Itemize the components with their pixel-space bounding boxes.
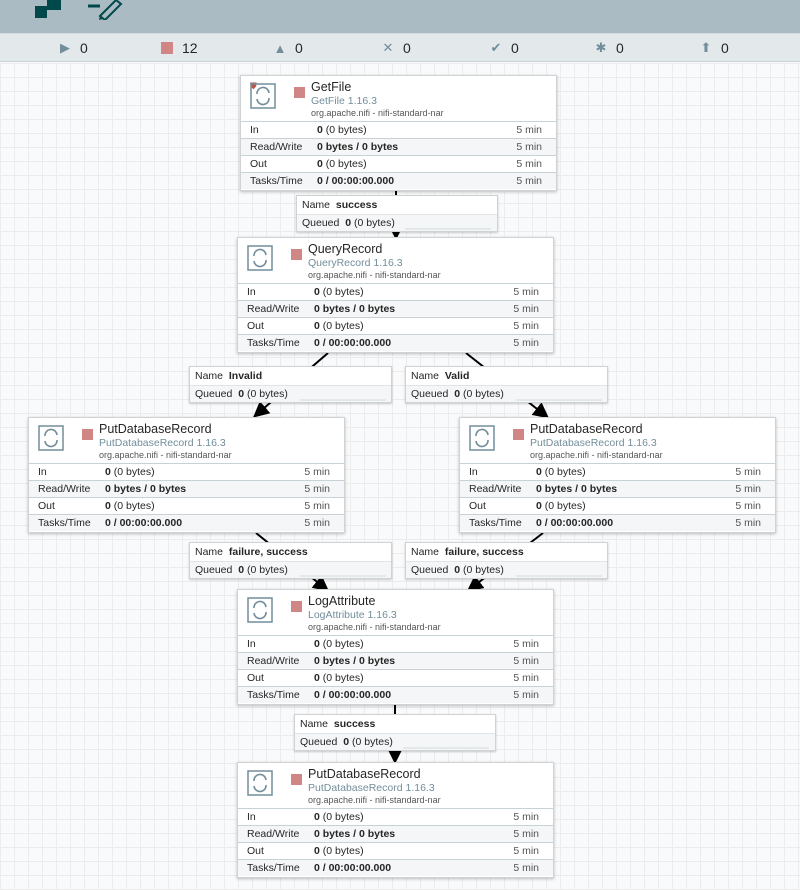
disabled-icon: ✕: [382, 40, 394, 55]
stopped-status-icon: [291, 774, 302, 785]
stopped-status-icon: [513, 429, 524, 440]
processor-type: PutDatabaseRecord 1.16.3: [99, 437, 226, 449]
processor-name: PutDatabaseRecord: [308, 767, 421, 781]
processor-bundle: org.apache.nifi - nifi-standard-nar: [99, 450, 232, 460]
processor-queryrecord[interactable]: QueryRecord QueryRecord 1.16.3 org.apach…: [237, 237, 554, 353]
asterisk-icon: ✱: [595, 40, 607, 55]
process-group-icon[interactable]: [33, 0, 63, 25]
processor-stats: In 0 (0 bytes) 5 min Read/Write 0 bytes / 0…: [238, 808, 553, 876]
stopped-count: 12: [158, 40, 198, 56]
disabled-count: ✕ 0: [379, 40, 411, 56]
processor-icon: [247, 770, 273, 796]
template-icon[interactable]: [86, 0, 126, 25]
processor-putdatabaserecord-bottom[interactable]: PutDatabaseRecord PutDatabaseRecord 1.16…: [237, 762, 554, 878]
processor-name: PutDatabaseRecord: [99, 422, 212, 436]
processor-name: PutDatabaseRecord: [530, 422, 643, 436]
up-to-date-count: ✔ 0: [487, 40, 519, 56]
connection-label[interactable]: Name success Queued 0 (0 bytes): [294, 714, 496, 751]
processor-stats: In 0 (0 bytes) 5 min Read/Write 0 bytes / 0…: [241, 121, 556, 189]
check-icon: ✔: [490, 40, 502, 55]
up-arrow-circle-icon: ⬆: [700, 40, 712, 55]
processor-logattribute[interactable]: LogAttribute LogAttribute 1.16.3 org.apa…: [237, 589, 554, 705]
processor-type: LogAttribute 1.16.3: [308, 609, 397, 621]
processor-bundle: org.apache.nifi - nifi-standard-nar: [530, 450, 663, 460]
invalid-count: ▲ 0: [271, 40, 303, 56]
processor-name: QueryRecord: [308, 242, 383, 256]
processor-stats: In 0 (0 bytes) 5 min Read/Write 0 bytes / 0…: [238, 283, 553, 351]
stale-count: ⬆ 0: [697, 40, 729, 56]
queue-progress: [403, 747, 489, 749]
connection-label[interactable]: Name failure, success Queued 0 (0 bytes): [189, 542, 392, 579]
locally-modified-count: ✱ 0: [592, 40, 624, 56]
stopped-status-icon: [291, 601, 302, 612]
processor-getfile[interactable]: ⛊ GetFile GetFile 1.16.3 org.apache.nifi…: [240, 75, 557, 191]
running-count: ▶ 0: [56, 40, 88, 56]
processor-stats: In 0 (0 bytes) 5 min Read/Write 0 bytes / 0…: [238, 635, 553, 703]
flow-canvas[interactable]: Name success Queued 0 (0 bytes) Name Inv…: [0, 63, 800, 890]
processor-name: GetFile: [311, 80, 352, 94]
queue-progress: [516, 399, 602, 401]
processor-icon: [250, 83, 276, 109]
processor-putdatabaserecord-right[interactable]: PutDatabaseRecord PutDatabaseRecord 1.16…: [459, 417, 776, 533]
processor-stats: In 0 (0 bytes) 5 min Read/Write 0 bytes / 0…: [460, 463, 775, 531]
stop-icon: [158, 42, 176, 54]
processor-icon: [469, 425, 495, 451]
processor-type: GetFile 1.16.3: [311, 95, 377, 107]
processor-bundle: org.apache.nifi - nifi-standard-nar: [308, 270, 441, 280]
stopped-status-icon: [82, 429, 93, 440]
processor-bundle: org.apache.nifi - nifi-standard-nar: [311, 108, 444, 118]
processor-stats: In 0 (0 bytes) 5 min Read/Write 0 bytes / 0…: [29, 463, 344, 531]
processor-icon: [38, 425, 64, 451]
connection-label[interactable]: Name Invalid Queued 0 (0 bytes): [189, 366, 392, 403]
stopped-status-icon: [291, 249, 302, 260]
processor-bundle: org.apache.nifi - nifi-standard-nar: [308, 795, 441, 805]
stopped-status-icon: [294, 87, 305, 98]
queue-progress: [300, 575, 386, 577]
connection-label[interactable]: Name success Queued 0 (0 bytes): [296, 195, 498, 232]
queue-progress: [405, 228, 491, 230]
connection-label[interactable]: Name Valid Queued 0 (0 bytes): [405, 366, 608, 403]
processor-type: QueryRecord 1.16.3: [308, 257, 403, 269]
warning-icon: ▲: [273, 40, 287, 56]
queue-progress: [516, 575, 602, 577]
status-bar: ▶ 0 12 ▲ 0 ✕ 0 ✔ 0 ✱ 0 ⬆ 0: [0, 33, 800, 62]
processor-name: LogAttribute: [308, 594, 376, 608]
queue-progress: [300, 399, 386, 401]
connection-label[interactable]: Name failure, success Queued 0 (0 bytes): [405, 542, 608, 579]
processor-icon: [247, 597, 273, 623]
processor-putdatabaserecord-left[interactable]: PutDatabaseRecord PutDatabaseRecord 1.16…: [28, 417, 345, 533]
processor-icon: [247, 245, 273, 271]
processor-type: PutDatabaseRecord 1.16.3: [308, 782, 435, 794]
processor-bundle: org.apache.nifi - nifi-standard-nar: [308, 622, 441, 632]
top-toolbar: [0, 0, 800, 33]
processor-type: PutDatabaseRecord 1.16.3: [530, 437, 657, 449]
play-icon: ▶: [60, 40, 70, 55]
